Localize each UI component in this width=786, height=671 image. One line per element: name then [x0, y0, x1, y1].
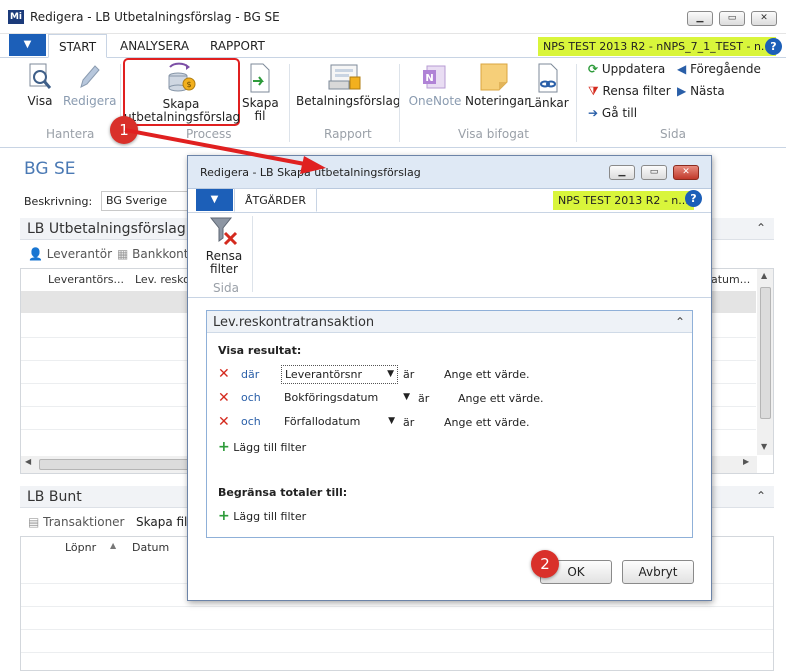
annotation-arrow: [124, 128, 326, 174]
